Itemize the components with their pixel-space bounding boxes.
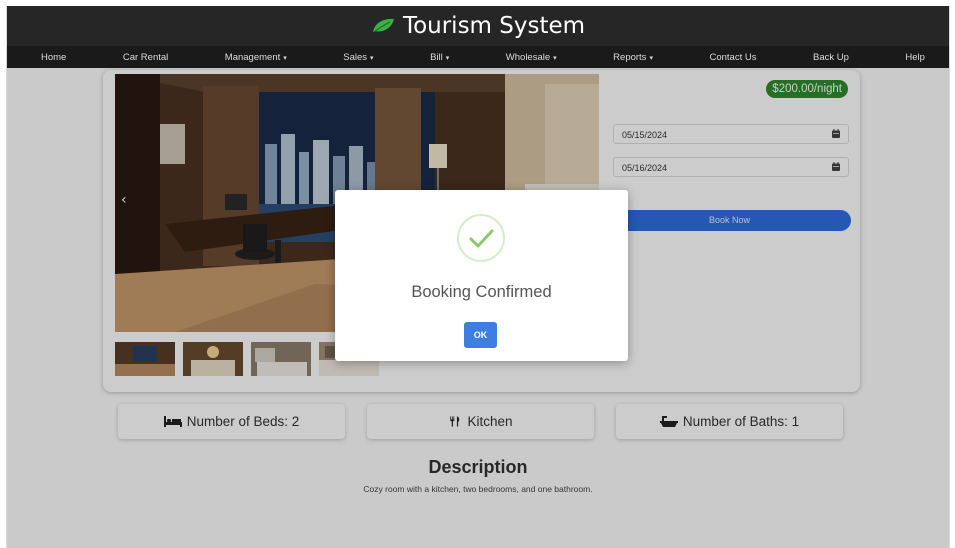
nav-management[interactable]: Management ▾ — [225, 52, 287, 63]
checkmark-icon — [469, 229, 494, 248]
caret-down-icon: ▾ — [370, 54, 374, 62]
booking-confirmed-dialog: Booking Confirmed OK — [335, 190, 628, 361]
nav-car-rental[interactable]: Car Rental — [123, 52, 168, 63]
caret-down-icon: ▾ — [553, 54, 557, 62]
app-window: Tourism System Home Car Rental Managemen… — [6, 6, 950, 548]
caret-down-icon: ▾ — [445, 54, 450, 62]
success-circle — [457, 214, 505, 262]
main-nav: Home Car Rental Management ▾ Sales ▾ Bill ▾… — [7, 46, 949, 68]
nav-reports[interactable]: Reports ▾ — [613, 52, 653, 63]
nav-wholesale[interactable]: Wholesale ▾ — [506, 52, 557, 63]
caret-down-icon: ▾ — [283, 54, 287, 62]
app-title: Tourism System — [402, 13, 586, 39]
nav-sales[interactable]: Sales ▾ — [343, 52, 373, 63]
caret-down-icon: ▾ — [649, 54, 653, 62]
nav-back-up[interactable]: Back Up — [813, 52, 849, 63]
brand[interactable]: Tourism System — [371, 13, 585, 39]
nav-bill[interactable]: Bill ▾ — [430, 52, 449, 63]
nav-home[interactable]: Home — [41, 52, 66, 63]
dialog-title: Booking Confirmed — [411, 283, 552, 301]
leaf-icon — [372, 18, 394, 33]
nav-contact-us[interactable]: Contact Us — [709, 52, 756, 63]
ok-button[interactable]: OK — [464, 322, 497, 348]
nav-help[interactable]: Help — [905, 52, 925, 63]
top-header: Tourism System — [7, 6, 949, 46]
